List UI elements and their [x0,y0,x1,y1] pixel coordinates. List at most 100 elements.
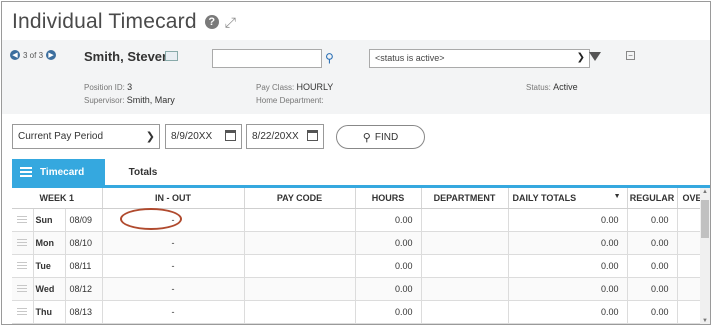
start-date-value: 8/9/20XX [171,131,213,142]
row-date: 08/09 [65,208,103,232]
position-id: Position ID: 3 [84,82,132,92]
row-day: Tue [33,254,66,278]
find-button[interactable]: ⚲ FIND [336,125,425,149]
row-daily-total: 0.00 [508,300,628,324]
row-hours: 0.00 [355,277,422,301]
start-date-field[interactable]: 8/9/20XX [165,124,242,149]
row-pay-code[interactable] [244,300,356,324]
calendar-icon[interactable] [225,130,236,141]
timecard-window: Individual Timecard ? ⤢ ◀ 3 of 3 ▶ Smith… [1,1,711,325]
row-department[interactable] [421,300,509,324]
home-department-label: Home Department: [256,96,324,105]
row-pay-code[interactable] [244,231,356,255]
employee-status: Status: Active [526,82,578,92]
row-day: Thu [33,300,66,324]
table-scrollbar[interactable]: ▲ ▼ [700,188,710,324]
end-date-field[interactable]: 8/22/20XX [246,124,324,149]
sort-down-icon[interactable]: ▼ [614,193,621,200]
previous-employee-icon[interactable]: ◀ [10,50,20,60]
column-header-department[interactable]: DEPARTMENT [421,188,509,209]
column-header-regular[interactable]: REGULAR [627,188,678,209]
column-header-week[interactable]: WEEK 1 [12,188,103,209]
table-header-row: WEEK 1 IN - OUT PAY CODE HOURS DEPARTMEN… [12,188,710,209]
tab-timecard[interactable]: Timecard [12,159,105,185]
column-header-hours[interactable]: HOURS [355,188,422,209]
row-regular: 0.00 [627,208,678,232]
employee-navigator: ◀ 3 of 3 ▶ [10,50,57,60]
drag-handle-icon[interactable] [12,277,34,301]
column-header-daily-totals[interactable]: DAILY TOTALS ▼ [508,188,628,209]
row-date: 08/13 [65,300,103,324]
highlight-annotation [120,208,182,230]
pay-class-label: Pay Class: [256,83,295,92]
row-daily-total: 0.00 [508,208,628,232]
row-department[interactable] [421,254,509,278]
scroll-down-icon[interactable]: ▼ [702,318,708,324]
title-row: Individual Timecard ? ⤢ [12,6,236,38]
tab-totals-label: Totals [128,166,158,178]
row-daily-total: 0.00 [508,231,628,255]
tab-bar: Timecard Totals [12,159,181,185]
row-daily-total: 0.00 [508,254,628,278]
drag-handle-icon[interactable] [12,231,34,255]
supervisor: Supervisor: Smith, Mary [84,95,175,105]
search-icon[interactable]: ⚲ [325,51,334,65]
row-hours: 0.00 [355,231,422,255]
row-regular: 0.00 [627,231,678,255]
filter-icon[interactable] [589,52,601,61]
row-in-out[interactable]: - [102,254,245,278]
row-regular: 0.00 [627,300,678,324]
status-label: Status: [526,83,551,92]
help-icon[interactable]: ? [204,15,219,29]
employee-panel: ◀ 3 of 3 ▶ Smith, Steven ⚲ <status is ac… [2,40,710,114]
tab-totals[interactable]: Totals [105,159,181,185]
pay-class: Pay Class: HOURLY [256,82,333,92]
row-department[interactable] [421,231,509,255]
expand-icon[interactable]: ⤢ [225,14,236,31]
row-in-out[interactable]: - [102,231,245,255]
row-in-out[interactable]: - [102,277,245,301]
row-day: Mon [33,231,66,255]
next-employee-icon[interactable]: ▶ [46,50,57,60]
tab-timecard-label: Timecard [40,166,85,178]
search-icon: ⚲ [362,131,371,144]
row-pay-code[interactable] [244,254,356,278]
row-pay-code[interactable] [244,208,356,232]
pay-period-select[interactable]: Current Pay Period ❯ [12,124,160,149]
pay-class-value: HOURLY [296,82,334,92]
column-header-in-out[interactable]: IN - OUT [102,188,245,209]
drag-handle-icon[interactable] [12,300,34,324]
employee-card-icon[interactable] [165,51,178,61]
scrollbar-thumb[interactable] [701,200,709,238]
row-daily-total: 0.00 [508,277,628,301]
scroll-up-icon[interactable]: ▲ [702,189,708,195]
daily-totals-label: DAILY TOTALS [512,192,577,203]
position-id-label: Position ID: [84,83,125,92]
table-row[interactable]: Thu 08/13 - 0.00 0.00 0.00 0.00 [12,300,710,324]
chevron-down-icon: ❯ [145,131,155,143]
employee-position-count: 3 of 3 [23,50,44,60]
table-row[interactable]: Mon 08/10 - 0.00 0.00 0.00 0.00 [12,231,710,255]
row-hours: 0.00 [355,300,422,324]
drag-handle-icon[interactable] [12,208,34,232]
status-filter-select[interactable]: <status is active> ❯ [369,49,590,68]
row-regular: 0.00 [627,254,678,278]
row-department[interactable] [421,277,509,301]
row-in-out[interactable]: - [102,300,245,324]
employee-search-input[interactable] [212,49,322,68]
collapse-icon[interactable]: − [626,51,635,60]
chevron-down-icon: ❯ [576,52,585,63]
period-row: Current Pay Period ❯ 8/9/20XX 8/22/20XX … [2,124,710,150]
drag-handle-icon[interactable] [12,254,34,278]
supervisor-value: Smith, Mary [126,95,175,105]
table-row[interactable]: Sun 08/09 - 0.00 0.00 0.00 0.00 [12,208,710,232]
row-department[interactable] [421,208,509,232]
row-day: Wed [33,277,66,301]
column-header-pay-code[interactable]: PAY CODE [244,188,356,209]
row-pay-code[interactable] [244,277,356,301]
position-id-value: 3 [127,82,133,92]
calendar-icon[interactable] [307,130,318,141]
table-row[interactable]: Tue 08/11 - 0.00 0.00 0.00 0.00 [12,254,710,278]
table-row[interactable]: Wed 08/12 - 0.00 0.00 0.00 0.00 [12,277,710,301]
row-hours: 0.00 [355,208,422,232]
